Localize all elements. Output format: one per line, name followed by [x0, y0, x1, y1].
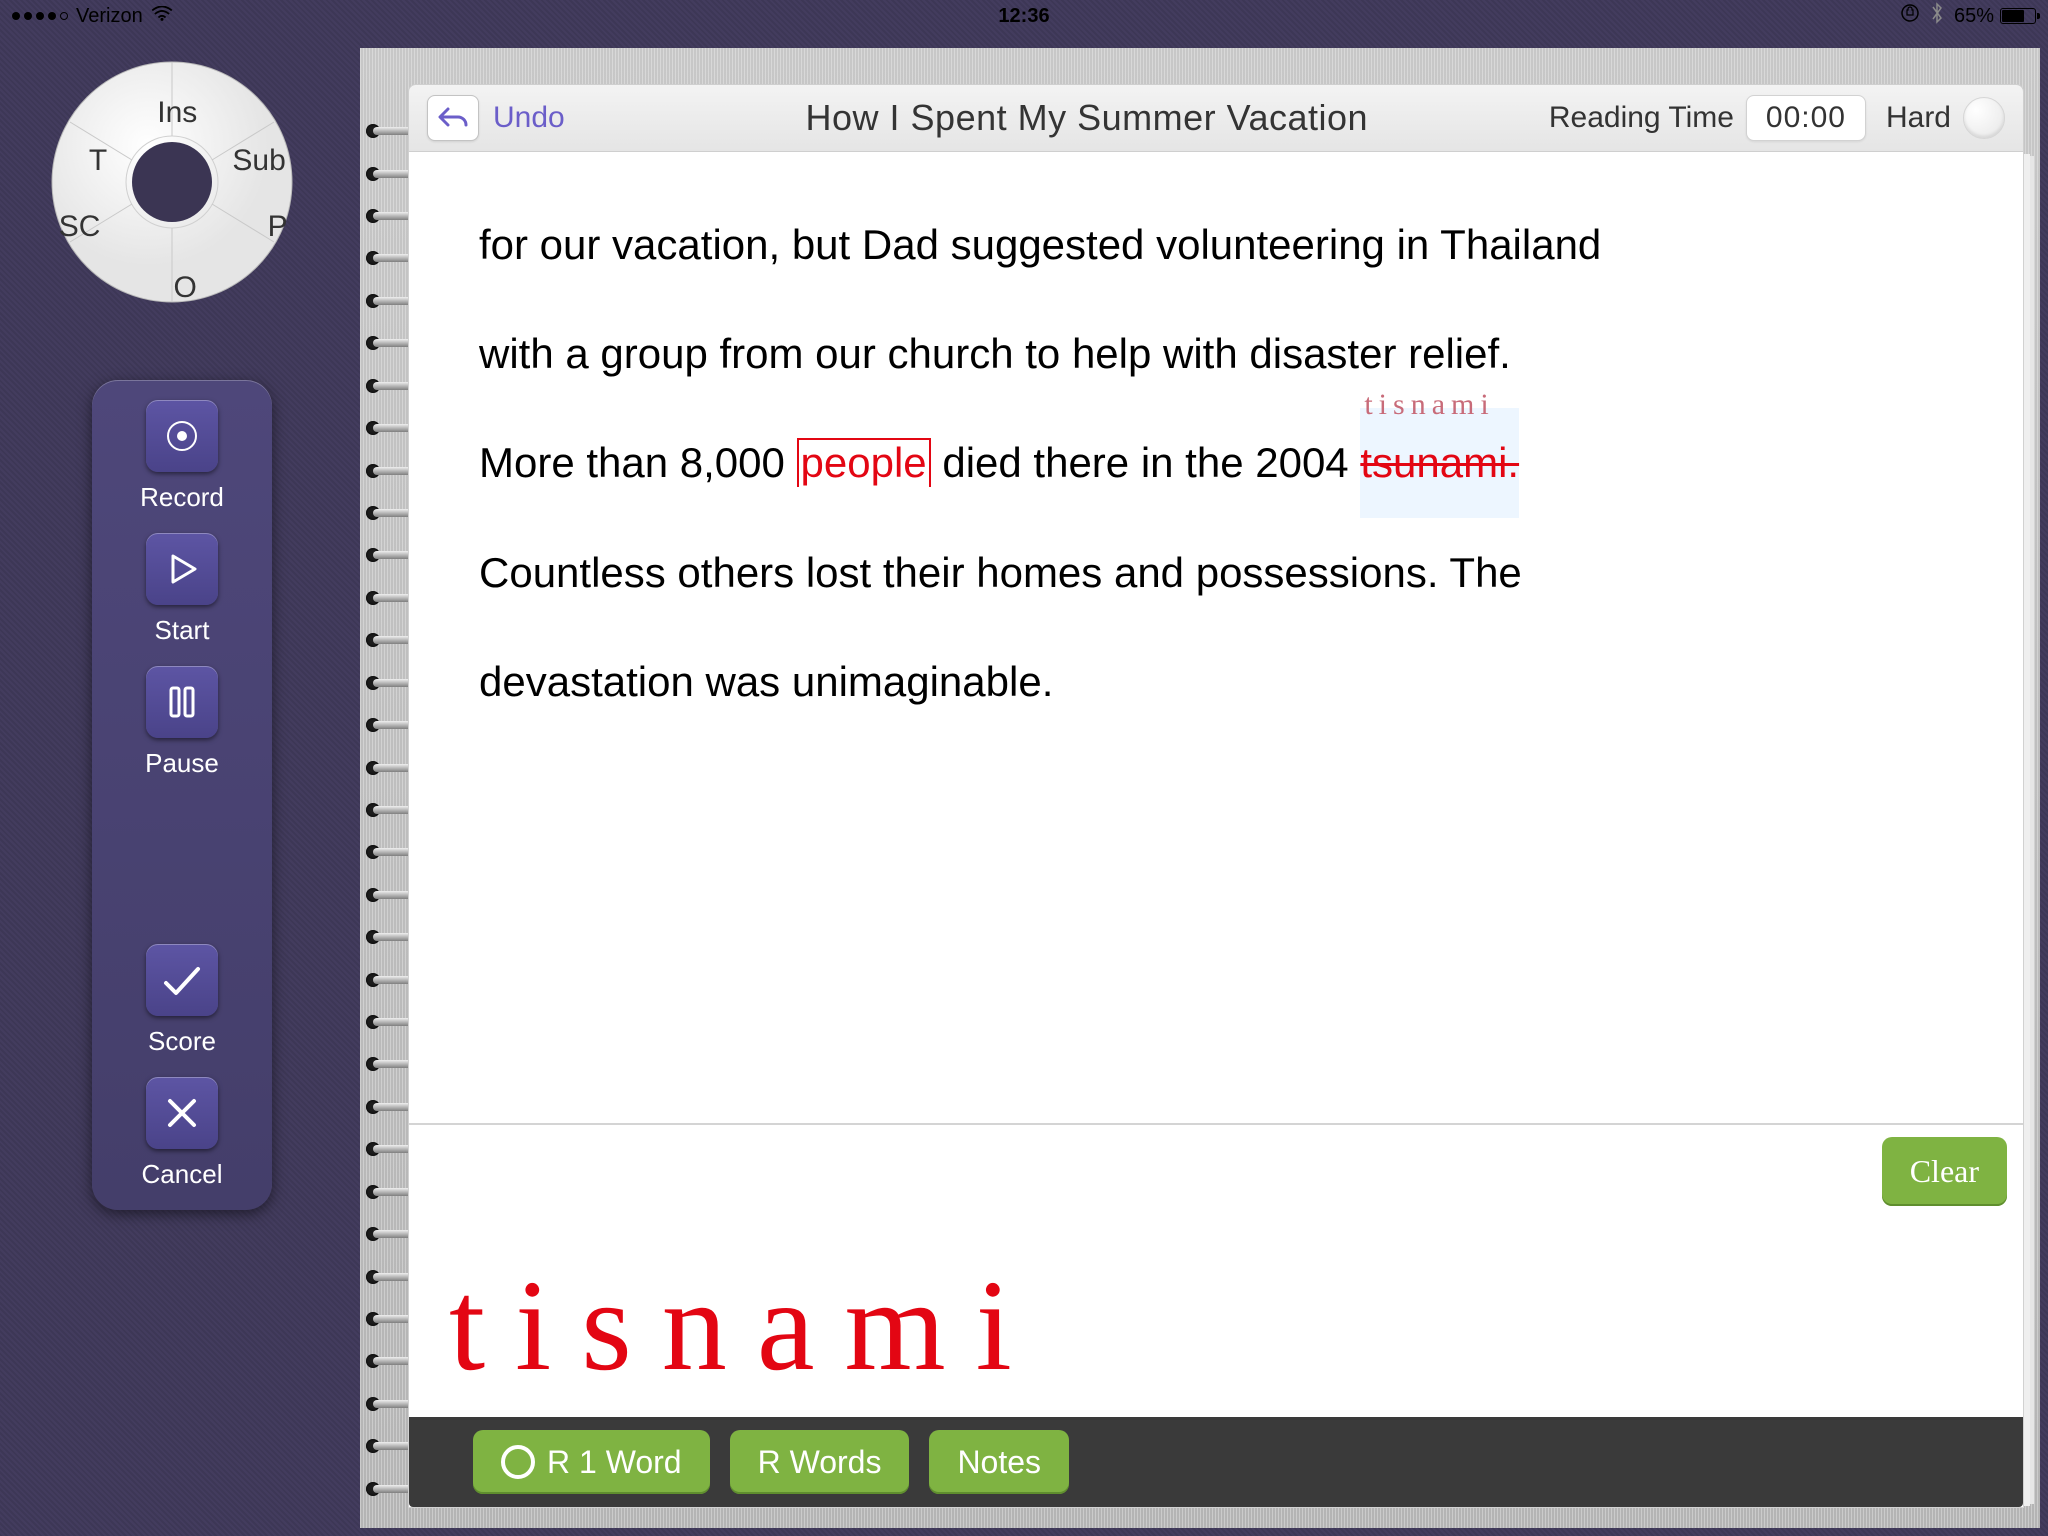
hard-toggle[interactable]: [1963, 97, 2005, 139]
clock: 12:36: [998, 5, 1049, 28]
score-label: Score: [148, 1026, 216, 1057]
marked-word[interactable]: people: [797, 438, 931, 486]
start-button[interactable]: [146, 533, 218, 605]
passage-line: Countless others lost their homes and po…: [479, 549, 1522, 596]
pause-label: Pause: [145, 748, 219, 779]
cancel-button[interactable]: [146, 1077, 218, 1149]
battery-percent: 65%: [1954, 5, 1994, 28]
wifi-icon: [151, 5, 173, 28]
passage-line: died there in the 2004: [931, 439, 1361, 486]
recording-controls-panel: Record Start Pause Score Cancel: [92, 380, 272, 1210]
undo-label[interactable]: Undo: [493, 101, 565, 135]
carrier-label: Verizon: [76, 5, 143, 28]
orientation-lock-icon: [1900, 3, 1920, 29]
replay-words-button[interactable]: R Words: [730, 1430, 910, 1494]
substituted-word[interactable]: tisnamitsunami.: [1360, 408, 1519, 517]
bluetooth-icon: [1930, 2, 1944, 30]
handwritten-text: tisnami: [449, 1261, 1042, 1391]
error-code-wheel: Ins Sub P O SC T: [40, 50, 304, 314]
battery-icon: [2000, 8, 2036, 24]
start-label: Start: [155, 615, 210, 646]
clear-button[interactable]: Clear: [1882, 1137, 2007, 1206]
cancel-label: Cancel: [142, 1159, 223, 1190]
reading-stage: Undo How I Spent My Summer Vacation Read…: [360, 48, 2040, 1528]
passage-line: devastation was unimaginable.: [479, 658, 1053, 705]
page-toolbar: Undo How I Spent My Summer Vacation Read…: [408, 84, 2024, 152]
replay-one-word-button[interactable]: R 1 Word: [473, 1430, 710, 1494]
circle-icon: [501, 1445, 535, 1479]
notes-button[interactable]: Notes: [929, 1430, 1069, 1494]
passage-text[interactable]: for our vacation, but Dad suggested volu…: [409, 152, 2023, 1123]
passage-line: with a group from our church to help wit…: [479, 330, 1511, 377]
substitution-annotation: tisnami: [1364, 366, 1494, 444]
bottom-action-bar: R 1 Word R Words Notes: [409, 1417, 2023, 1507]
status-bar: Verizon 12:36 65%: [0, 0, 2048, 32]
battery-indicator: 65%: [1954, 5, 2036, 28]
hard-label: Hard: [1886, 101, 1951, 135]
record-button[interactable]: [146, 400, 218, 472]
reading-time-value: 00:00: [1746, 95, 1866, 141]
passage-line: for our vacation, but Dad suggested volu…: [479, 221, 1601, 268]
handwriting-pad[interactable]: Clear tisnami: [409, 1123, 2023, 1417]
record-label: Record: [140, 482, 224, 513]
score-button[interactable]: [146, 944, 218, 1016]
story-title: How I Spent My Summer Vacation: [639, 97, 1535, 139]
undo-button[interactable]: [427, 95, 479, 141]
reading-time-label: Reading Time: [1549, 101, 1734, 135]
passage-line: More than 8,000: [479, 439, 797, 486]
pause-button[interactable]: [146, 666, 218, 738]
undo-arrow-icon: [438, 105, 468, 131]
signal-strength-icon: [12, 12, 68, 20]
